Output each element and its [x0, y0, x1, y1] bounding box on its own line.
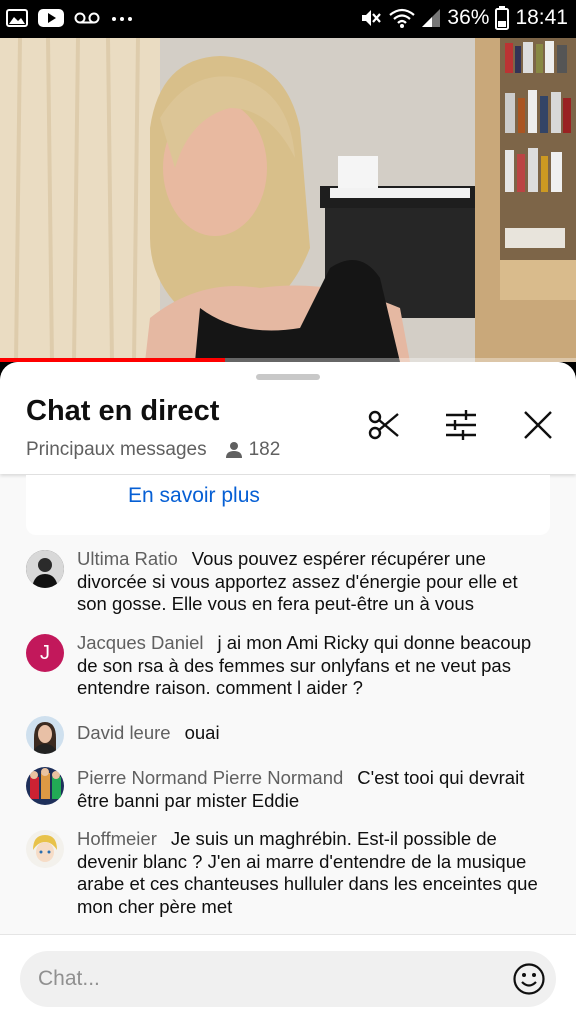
- avatar-letter: J: [40, 641, 50, 664]
- message-author: Ultima Ratio: [77, 548, 178, 569]
- chat-title: Chat en direct: [26, 395, 220, 427]
- avatar[interactable]: J: [26, 634, 64, 672]
- viewer-count: 182: [248, 439, 281, 460]
- message-body: Jacques Daniel j ai mon Ami Ricky qui don…: [77, 632, 547, 700]
- battery-icon: [495, 6, 510, 30]
- wifi-icon: [389, 8, 416, 28]
- avatar[interactable]: [26, 716, 64, 754]
- chat-input-container: [20, 951, 556, 1007]
- scissors-icon: [368, 410, 399, 440]
- message-author: David leure: [77, 722, 171, 743]
- clock: 18:41: [515, 6, 568, 29]
- mute-icon: [362, 10, 382, 26]
- message-author: Jacques Daniel: [77, 632, 204, 653]
- sliders-icon: [446, 410, 476, 440]
- signal-icon: [422, 9, 441, 27]
- video-player[interactable]: [0, 38, 576, 362]
- message-author: Pierre Normand Pierre Normand: [77, 767, 344, 788]
- avatar[interactable]: [26, 830, 64, 868]
- chat-mode-label: Principaux messages: [26, 439, 207, 460]
- status-bar: 36% 18:41: [0, 0, 576, 38]
- chat-input-bar: [0, 934, 576, 1024]
- info-card: En savoir plus: [26, 475, 550, 535]
- learn-more-link[interactable]: En savoir plus: [128, 484, 260, 508]
- youtube-icon: [38, 9, 64, 27]
- system-status: 36% 18:41: [359, 6, 568, 30]
- voicemail-icon: [74, 12, 100, 24]
- close-chat-button[interactable]: [520, 407, 556, 443]
- person-icon: [225, 442, 242, 458]
- clip-button[interactable]: [366, 407, 402, 443]
- message-body: Pierre Normand Pierre Normand C'est tooi …: [77, 767, 547, 812]
- avatar[interactable]: [26, 550, 64, 588]
- battery-percent: 36%: [447, 6, 490, 29]
- chat-header: Chat en direct Principaux messages 182: [0, 362, 576, 474]
- message-body: David leure ouai: [77, 722, 547, 745]
- chat-input[interactable]: [38, 951, 498, 1007]
- gallery-icon: [6, 9, 28, 27]
- drag-handle[interactable]: [256, 374, 320, 380]
- message-body: Ultima Ratio Vous pouvez espérer récupére…: [77, 548, 547, 616]
- more-dots-icon: [112, 17, 132, 21]
- close-icon: [524, 411, 552, 439]
- notification-icons: [6, 9, 134, 27]
- live-chat-panel: Chat en direct Principaux messages 182 E…: [0, 362, 576, 1024]
- chat-mode-selector[interactable]: Principaux messages 182: [26, 439, 280, 461]
- message-body: Hoffmeier Je suis un maghrébin. Est-il po…: [77, 828, 547, 918]
- emoji-icon[interactable]: [512, 962, 546, 996]
- message-author: Hoffmeier: [77, 828, 157, 849]
- video-frame: [0, 38, 576, 362]
- filter-settings-button[interactable]: [443, 407, 479, 443]
- avatar[interactable]: [26, 767, 64, 805]
- message-text: ouai: [184, 722, 220, 743]
